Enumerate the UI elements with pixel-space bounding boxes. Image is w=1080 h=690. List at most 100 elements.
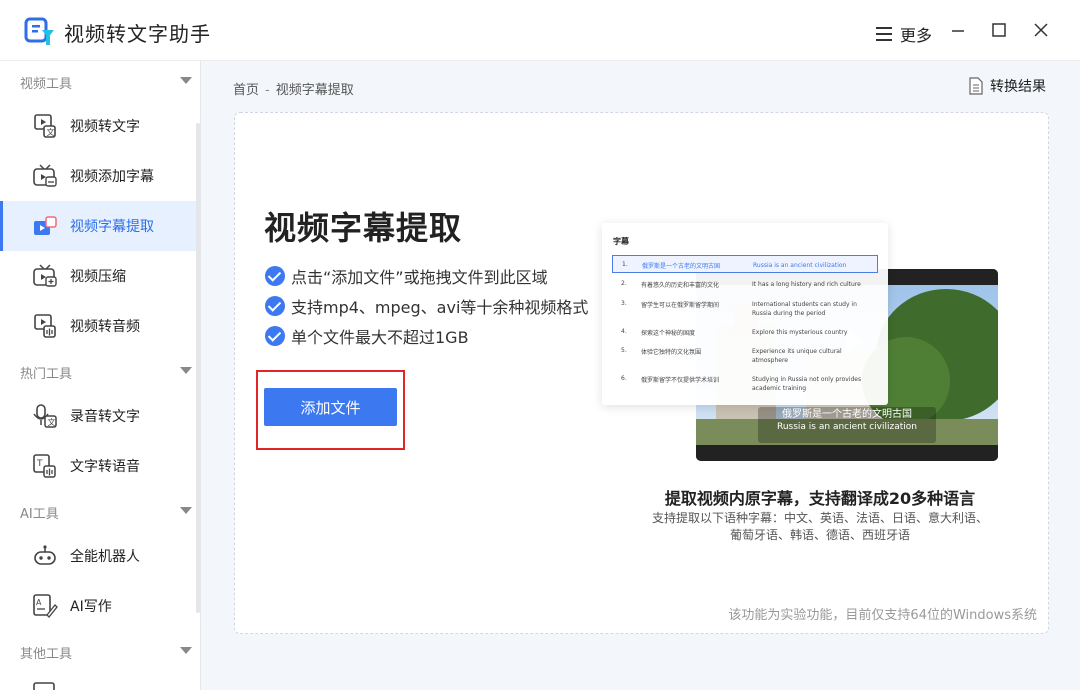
video-to-audio-icon xyxy=(34,314,56,338)
subtitle-list-card: 字幕 1. 俄罗斯是一个古老的文明古国 Russia is an ancient… xyxy=(602,223,888,405)
sidebar-item-label: 视频添加字幕 xyxy=(70,169,154,185)
subtitle-card-title: 字幕 xyxy=(613,237,629,246)
maximize-icon[interactable] xyxy=(989,20,1009,40)
breadcrumb: 首页 - 视频字幕提取 xyxy=(233,79,354,98)
row-en: Studying in Russia not only provides aca… xyxy=(752,376,862,392)
check-circle-icon xyxy=(265,266,285,286)
breadcrumb-home[interactable]: 首页 xyxy=(233,83,259,98)
sidebar: 视频工具 文 视频转文字 视频添加字幕 视频字幕提取 视频压缩 视频转音频 热门… xyxy=(0,61,201,690)
more-label: 更多 xyxy=(900,26,933,45)
experimental-note: 该功能为实验功能，目前仅支持64位的Windows系统 xyxy=(728,608,1037,623)
sidebar-scrollbar[interactable] xyxy=(196,123,200,613)
video-to-text-icon: 文 xyxy=(34,114,56,138)
svg-text:文: 文 xyxy=(48,417,56,427)
svg-text:A: A xyxy=(36,598,42,607)
subtitle-row: 6. 俄罗斯留学不仅提供学术培训 Studying in Russia not … xyxy=(612,375,878,395)
subtitle-row: 5. 体验它独特的文化氛围 Experience its unique cult… xyxy=(612,347,878,367)
breadcrumb-current: 视频字幕提取 xyxy=(275,83,354,98)
subtitle-row: 4. 探索这个神秘的国度 Explore this mysterious cou… xyxy=(612,328,878,340)
minimize-icon[interactable] xyxy=(948,20,968,40)
main-content: 首页 - 视频字幕提取 转换结果 视频字幕提取 点击“添加文件”或拖拽文件到此区域 … xyxy=(201,61,1080,690)
language-support-text: 支持提取以下语种字幕：中文、英语、法语、日语、意大利语、 葡萄牙语、韩语、德语、… xyxy=(615,510,1025,544)
row-number: 1. xyxy=(622,261,628,268)
sidebar-item-recording-to-text[interactable]: 文 录音转文字 xyxy=(0,391,198,441)
sidebar-item-label: AI写作 xyxy=(70,599,112,615)
conversion-result-label: 转换结果 xyxy=(990,79,1046,95)
row-en: Experience its unique cultural atmospher… xyxy=(752,348,842,364)
subtitle-row: 1. 俄罗斯是一个古老的文明古国 Russia is an ancient ci… xyxy=(612,255,878,273)
sidebar-item-video-to-text[interactable]: 文 视频转文字 xyxy=(0,101,198,151)
row-en: International students can study in Russ… xyxy=(752,301,857,317)
svg-text:T: T xyxy=(36,459,43,469)
check-circle-icon xyxy=(265,326,285,346)
app-title: 视频转文字助手 xyxy=(64,22,211,46)
row-zh: 有着悠久的历史和丰富的文化 xyxy=(641,282,720,289)
group-label: 视频工具 xyxy=(20,77,73,92)
subtitle-row: 2. 有着悠久的历史和丰富的文化 It has a long history a… xyxy=(612,280,878,292)
sidebar-item-subtitle-extract[interactable]: 视频字幕提取 xyxy=(0,201,198,251)
row-number: 4. xyxy=(621,328,627,335)
feature-item: 支持mp4、mpeg、avi等十余种视频格式 xyxy=(265,294,588,318)
conversion-result-button[interactable]: 转换结果 xyxy=(968,76,1046,96)
chevron-down-icon xyxy=(180,507,192,514)
close-icon[interactable] xyxy=(1031,20,1051,40)
more-menu-button[interactable]: 更多 xyxy=(876,22,932,46)
sidebar-item-video-compress[interactable]: 视频压缩 xyxy=(0,251,198,301)
row-zh: 留学生可以在俄罗斯留学期间 xyxy=(641,302,720,309)
sidebar-item-all-round-robot[interactable]: 全能机器人 xyxy=(0,531,198,581)
language-line-1: 支持提取以下语种字幕：中文、英语、法语、日语、意大利语、 xyxy=(651,511,988,525)
microphone-icon: 文 xyxy=(33,404,57,428)
sidebar-item-label: 文字转语音 xyxy=(70,459,140,475)
ai-writing-icon: A xyxy=(33,594,58,618)
sidebar-item-label: 视频压缩 xyxy=(70,269,126,285)
row-number: 3. xyxy=(621,300,627,307)
sidebar-item-ai-writing[interactable]: A AI写作 xyxy=(0,581,198,631)
video-compress-icon xyxy=(33,264,57,287)
sidebar-item-label: 视频转音频 xyxy=(70,319,140,335)
app-logo-icon xyxy=(24,17,54,45)
sidebar-item-video-add-subtitle[interactable]: 视频添加字幕 xyxy=(0,151,198,201)
feature-text: 点击“添加文件”或拖拽文件到此区域 xyxy=(291,268,548,287)
row-number: 5. xyxy=(621,347,627,354)
breadcrumb-separator: - xyxy=(265,83,270,98)
sidebar-group-ai-tools[interactable]: AI工具 xyxy=(20,503,192,522)
sidebar-group-hot-tools[interactable]: 热门工具 xyxy=(20,363,192,382)
sidebar-item-label: 视频转文字 xyxy=(70,119,140,135)
row-en: It has a long history and rich culture xyxy=(752,281,861,288)
subtitle-row: 3. 留学生可以在俄罗斯留学期间 International students … xyxy=(612,300,878,320)
sidebar-group-video-tools[interactable]: 视频工具 xyxy=(20,73,192,92)
caption-zh: 俄罗斯是一个古老的文明古国 xyxy=(782,409,912,420)
sidebar-group-other-tools[interactable]: 其他工具 xyxy=(20,643,192,662)
row-en: Russia is an ancient civilization xyxy=(753,262,847,269)
subtitle-extract-icon xyxy=(34,216,57,235)
document-icon xyxy=(969,77,983,95)
group-label: AI工具 xyxy=(20,507,59,522)
feature-text: 单个文件最大不超过1GB xyxy=(291,328,469,347)
row-zh: 体验它独特的文化氛围 xyxy=(641,349,702,356)
chevron-down-icon xyxy=(180,77,192,84)
tv-icon xyxy=(33,164,57,187)
row-en: Explore this mysterious country xyxy=(752,329,848,336)
row-zh: 探索这个神秘的国度 xyxy=(641,330,696,337)
text-to-speech-icon: T xyxy=(33,454,56,478)
add-file-button[interactable]: 添加文件 xyxy=(264,388,397,426)
feature-item: 单个文件最大不超过1GB xyxy=(265,324,469,348)
language-line-2: 葡萄牙语、韩语、德语、西班牙语 xyxy=(729,528,910,542)
menu-icon xyxy=(876,27,892,41)
row-number: 2. xyxy=(621,280,627,287)
check-circle-icon xyxy=(265,296,285,316)
sidebar-item-text-to-speech[interactable]: T 文字转语音 xyxy=(0,441,198,491)
row-zh: 俄罗斯留学不仅提供学术培训 xyxy=(641,377,720,384)
feature-item: 点击“添加文件”或拖拽文件到此区域 xyxy=(265,264,548,288)
file-drop-zone[interactable]: 视频字幕提取 点击“添加文件”或拖拽文件到此区域 支持mp4、mpeg、avi等… xyxy=(234,112,1049,634)
feature-headline: 提取视频内原字幕，支持翻译成20多种语言 xyxy=(664,489,976,508)
robot-icon xyxy=(34,545,56,565)
panel-title: 视频字幕提取 xyxy=(264,209,463,247)
group-label: 热门工具 xyxy=(20,367,73,382)
sidebar-item-video-to-audio[interactable]: 视频转音频 xyxy=(0,301,198,351)
video-caption: 俄罗斯是一个古老的文明古国 Russia is an ancient civil… xyxy=(754,409,940,433)
feature-text: 支持mp4、mpeg、avi等十余种视频格式 xyxy=(291,298,589,317)
partial-tool-icon xyxy=(33,682,55,690)
svg-text:文: 文 xyxy=(47,127,55,137)
chevron-down-icon xyxy=(180,647,192,654)
